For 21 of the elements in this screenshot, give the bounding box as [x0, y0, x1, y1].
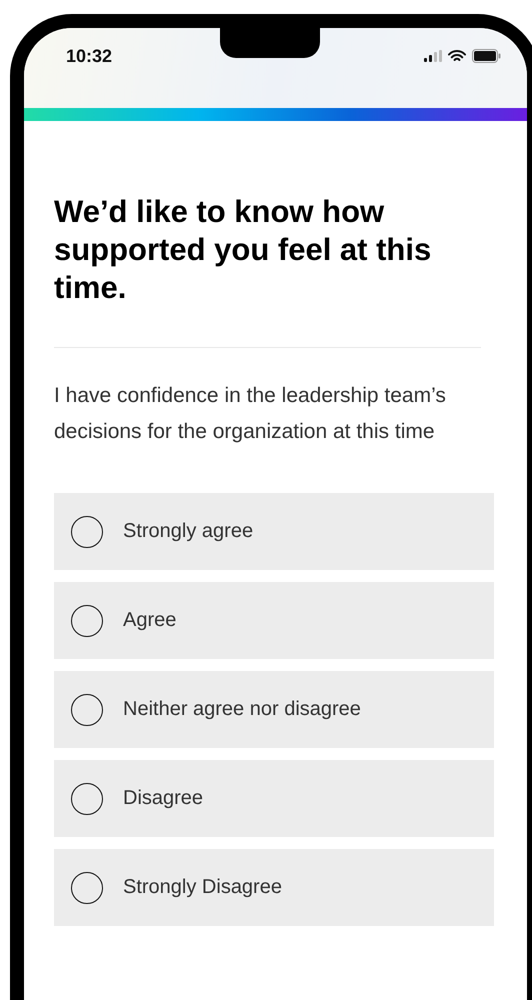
option-label: Agree — [123, 609, 176, 632]
answer-option[interactable]: Neither agree nor disagree — [54, 671, 494, 748]
answer-option[interactable]: Agree — [54, 582, 494, 659]
answer-option[interactable]: Disagree — [54, 760, 494, 837]
option-label: Disagree — [123, 787, 204, 810]
signal-icon — [424, 50, 442, 62]
radio-button[interactable] — [71, 694, 103, 726]
question-text: I have confidence in the leadership team’s decisions for the organization at this time — [54, 383, 447, 445]
survey-title: We’d like to know how supported you feel at this time. — [54, 193, 432, 307]
radio-button[interactable] — [71, 782, 103, 814]
radio-button[interactable] — [71, 872, 103, 904]
battery-icon — [472, 49, 501, 63]
radio-button[interactable] — [71, 604, 103, 636]
option-label: Strongly agree — [123, 520, 254, 543]
answer-option[interactable]: Strongly agree — [54, 493, 494, 570]
wifi-icon — [448, 50, 466, 62]
radio-button[interactable] — [71, 516, 103, 548]
option-label: Neither agree nor disagree — [123, 698, 361, 721]
status-time: 10:32 — [66, 46, 112, 67]
option-label: Strongly Disagree — [123, 876, 282, 899]
answer-option[interactable]: Strongly Disagree — [54, 849, 494, 926]
